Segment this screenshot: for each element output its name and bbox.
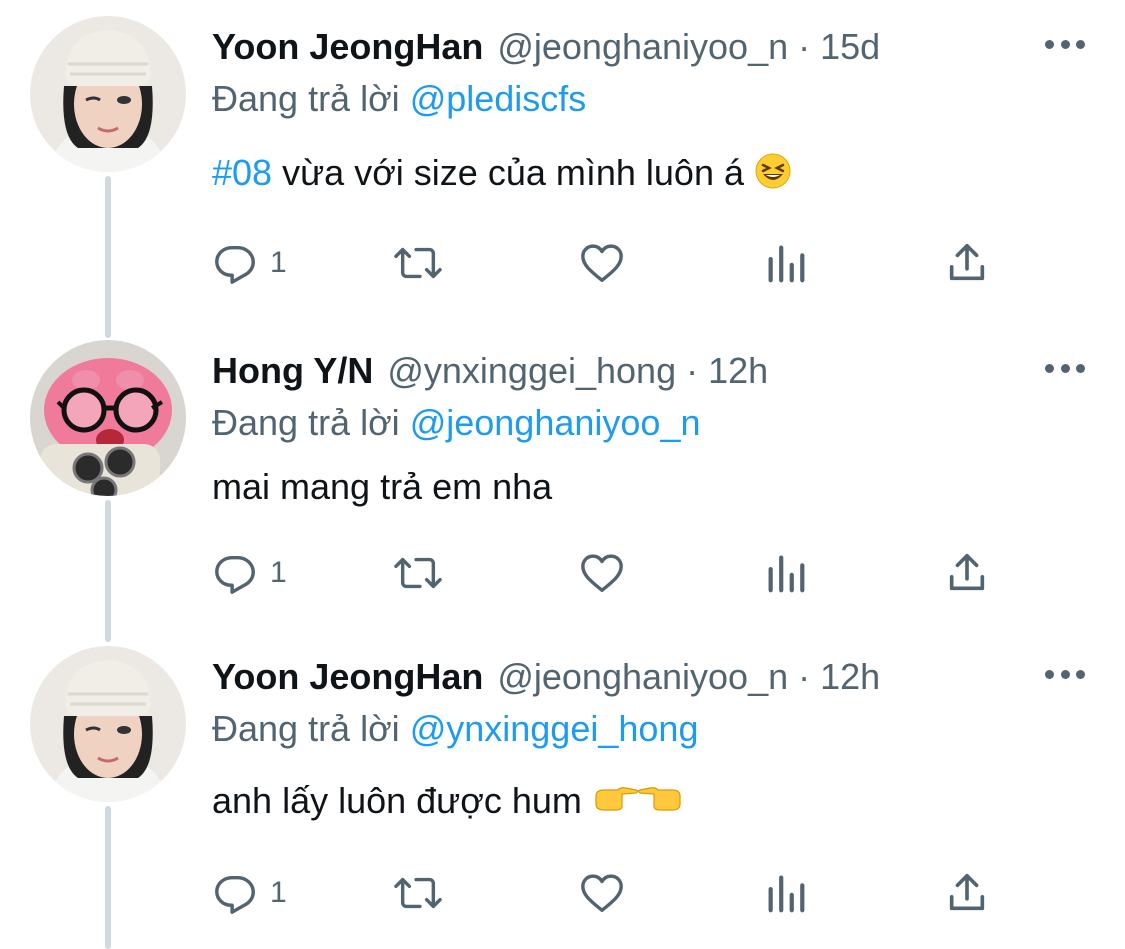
views-icon: [768, 555, 805, 593]
more-icon[interactable]: [1045, 34, 1085, 54]
reply-count: 1: [270, 246, 287, 279]
tweet-body: vừa với size của mình luôn á: [272, 152, 754, 194]
views-icon: [768, 875, 805, 913]
mention-link[interactable]: @ynxinggei_hong: [410, 708, 699, 749]
mention-link[interactable]: @jeonghaniyoo_n: [410, 402, 701, 443]
tweet[interactable]: Hong Y/N @ynxinggei_hong · 12h Đang trả …: [0, 324, 1125, 630]
timestamp[interactable]: 12h: [820, 656, 880, 698]
views-button[interactable]: [764, 868, 808, 918]
reply-icon: [215, 875, 255, 914]
avatar[interactable]: [30, 340, 186, 496]
timestamp[interactable]: 12h: [708, 350, 768, 392]
retweet-button[interactable]: [392, 548, 444, 598]
tweet-text: mai mang trả em nha: [212, 466, 552, 508]
more-icon[interactable]: [1045, 358, 1085, 378]
tweet[interactable]: Yoon JeongHan @jeonghaniyoo_n · 15d Đang…: [0, 0, 1125, 306]
tweet-text: #08 vừa với size của mình luôn á: [212, 152, 792, 199]
retweet-icon: [394, 557, 442, 589]
laughing-face-emoji: [754, 152, 792, 199]
reply-count: 1: [270, 876, 287, 909]
share-button[interactable]: [944, 868, 990, 918]
views-icon: [768, 245, 805, 283]
tweet-header: Yoon JeongHan @jeonghaniyoo_n · 12h: [212, 656, 880, 702]
mention-link[interactable]: @pledis​cfs: [410, 78, 587, 119]
like-button[interactable]: [578, 868, 626, 918]
replying-label: Đang trả lời: [212, 402, 400, 443]
reply-count: 1: [270, 556, 287, 589]
retweet-icon: [394, 877, 442, 909]
reply-icon: [215, 555, 255, 594]
reply-button[interactable]: 1: [212, 238, 287, 288]
separator-dot: ·: [798, 26, 811, 67]
tweet-body: mai mang trả em nha: [212, 466, 553, 507]
like-button[interactable]: [578, 238, 626, 288]
action-bar: 1: [212, 868, 1012, 918]
share-icon: [949, 243, 985, 281]
views-button[interactable]: [764, 548, 808, 598]
replying-to: Đang trả lời @jeonghaniyoo_n: [212, 402, 700, 444]
like-button[interactable]: [578, 548, 626, 598]
retweet-button[interactable]: [392, 868, 444, 918]
tweet-header: Yoon JeongHan @jeonghaniyoo_n · 15d: [212, 26, 880, 72]
avatar[interactable]: [30, 16, 186, 172]
display-name[interactable]: Yoon JeongHan: [212, 26, 483, 68]
tweet-header: Hong Y/N @ynxinggei_hong · 12h: [212, 350, 768, 396]
tweet-body: anh lấy luôn được hum: [212, 780, 592, 821]
tweet[interactable]: Yoon JeongHan @jeonghaniyoo_n · 12h Đang…: [0, 630, 1125, 936]
replying-label: Đang trả lời: [212, 78, 400, 119]
action-bar: 1: [212, 238, 1012, 288]
separator-dot: ·: [798, 656, 811, 697]
retweet-icon: [394, 247, 442, 279]
replying-label: Đang trả lời: [212, 708, 400, 749]
like-icon: [581, 244, 623, 282]
more-icon[interactable]: [1045, 664, 1085, 684]
like-icon: [581, 874, 623, 912]
replying-to: Đang trả lời @ynxinggei_hong: [212, 708, 698, 750]
tweet-text: anh lấy luôn được hum: [212, 780, 684, 825]
display-name[interactable]: Hong Y/N: [212, 350, 373, 392]
share-button[interactable]: [944, 548, 990, 598]
display-name[interactable]: Yoon JeongHan: [212, 656, 483, 698]
user-handle[interactable]: @jeonghaniyoo_n: [497, 26, 788, 68]
reply-button[interactable]: 1: [212, 868, 287, 918]
pointing-hands-emoji: [592, 782, 684, 825]
separator-dot: ·: [686, 350, 699, 391]
user-handle[interactable]: @ynxinggei_hong: [387, 350, 676, 392]
timestamp[interactable]: 15d: [820, 26, 880, 68]
hashtag-link[interactable]: #08: [212, 152, 272, 193]
share-icon: [949, 553, 985, 591]
retweet-button[interactable]: [392, 238, 444, 288]
reply-icon: [215, 245, 255, 284]
user-handle[interactable]: @jeonghaniyoo_n: [497, 656, 788, 698]
like-icon: [581, 554, 623, 592]
action-bar: 1: [212, 548, 1012, 598]
share-button[interactable]: [944, 238, 990, 288]
share-icon: [949, 873, 985, 911]
views-button[interactable]: [764, 238, 808, 288]
replying-to: Đang trả lời @pledis​cfs: [212, 78, 586, 120]
avatar[interactable]: [30, 646, 186, 802]
reply-button[interactable]: 1: [212, 548, 287, 598]
